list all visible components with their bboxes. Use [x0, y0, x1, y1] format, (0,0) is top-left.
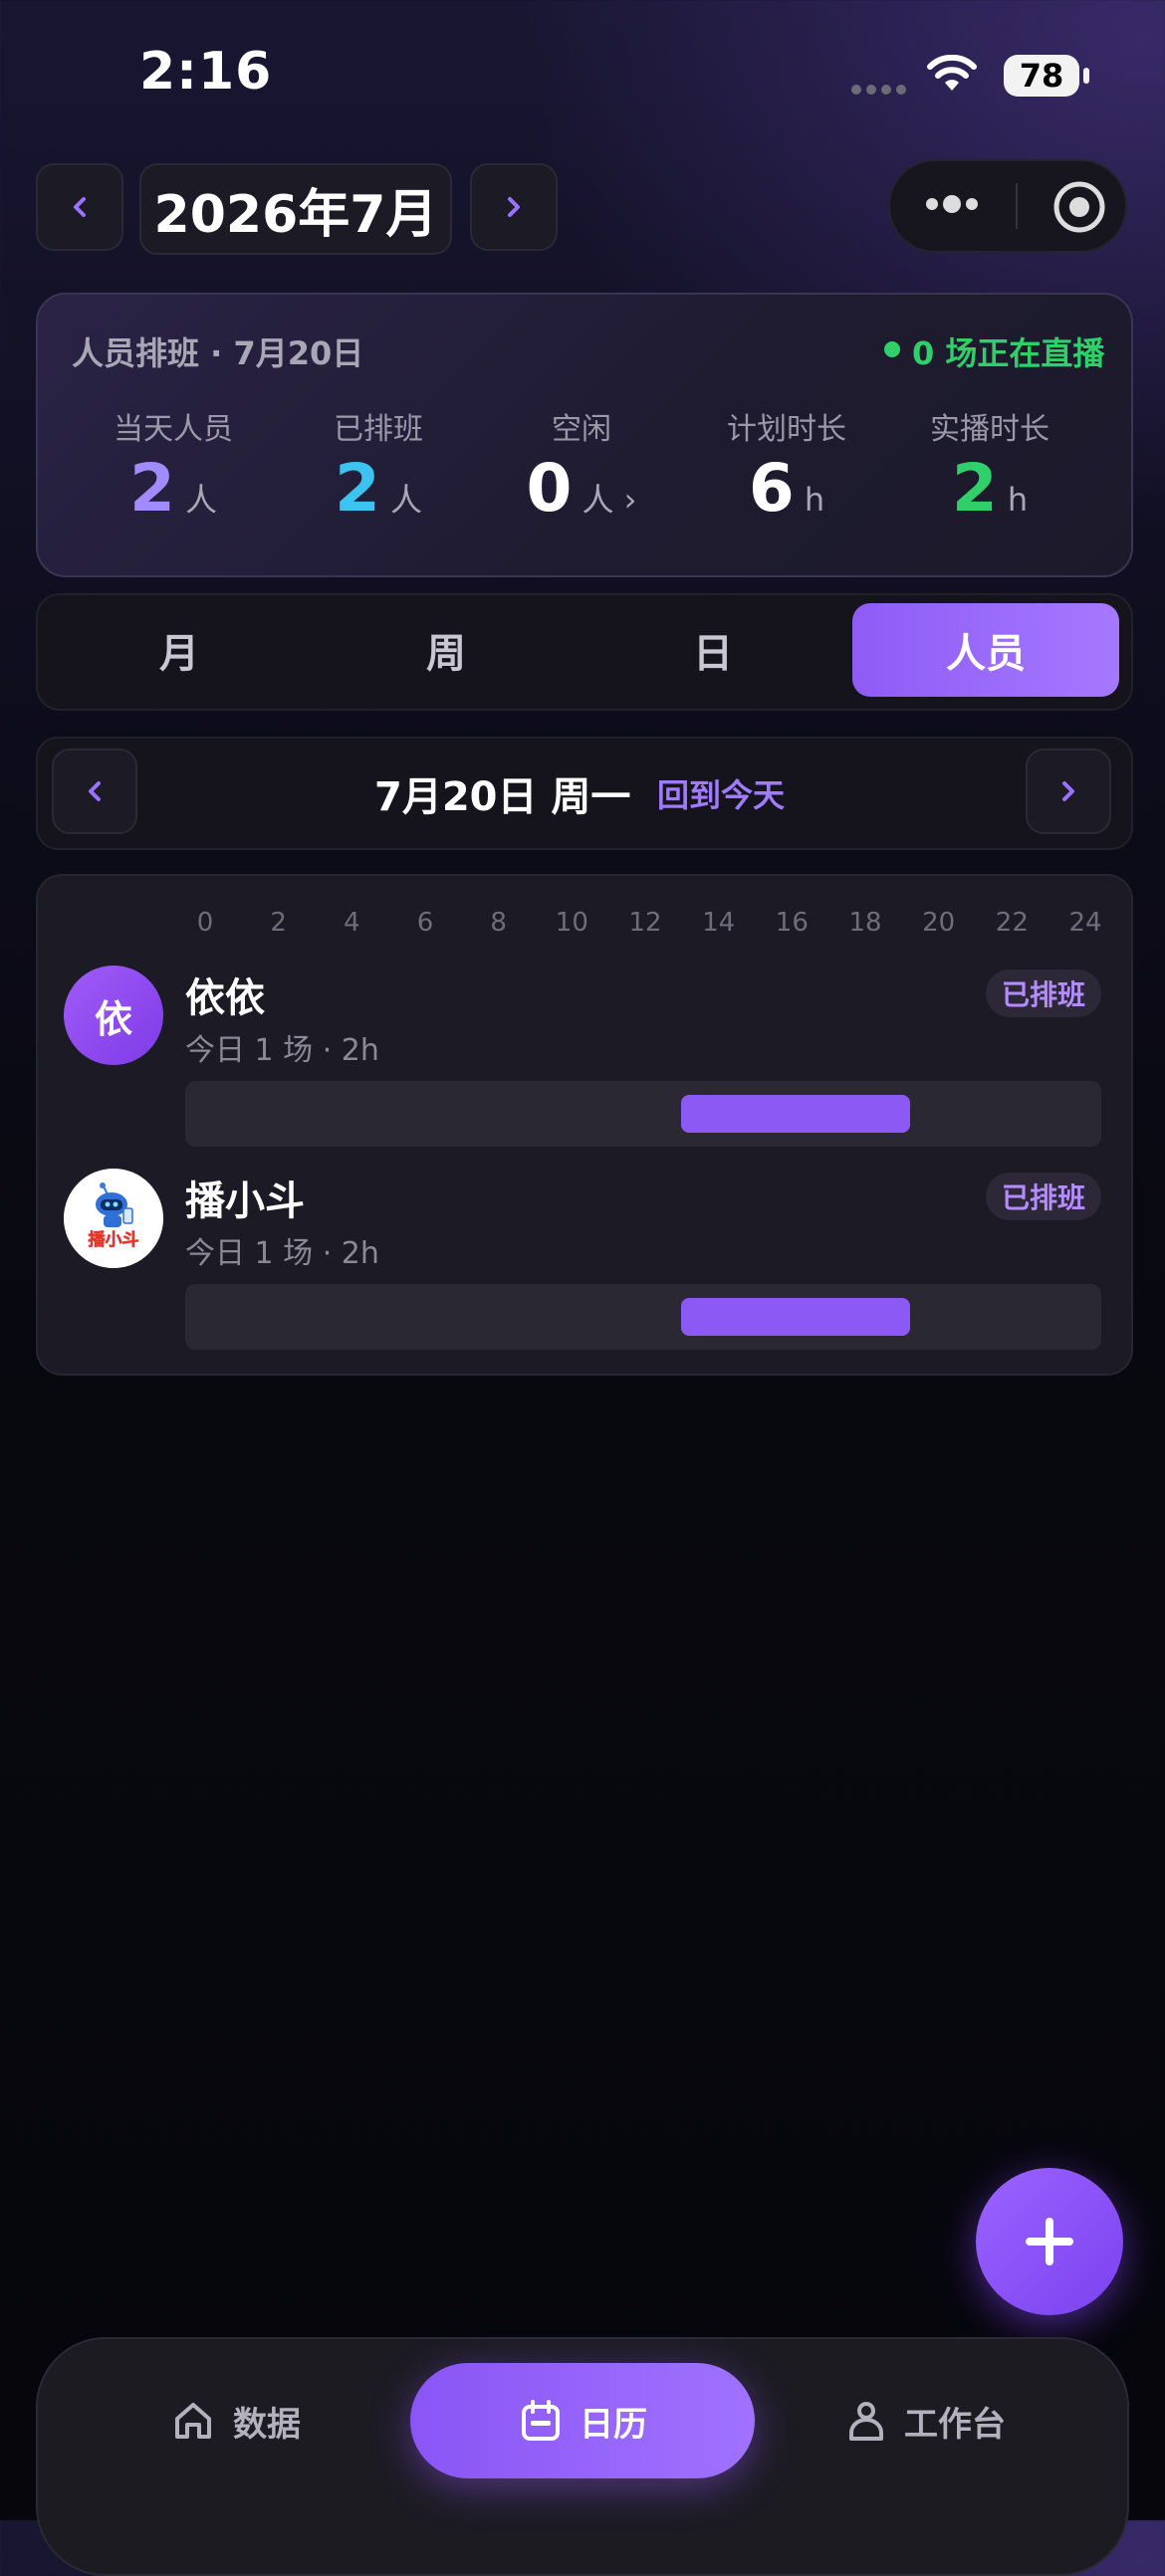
bot-logo-icon: 播小斗 — [64, 1169, 163, 1268]
hour-tick: 12 — [628, 908, 662, 938]
person-summary: 今日 1 场 · 2h — [185, 1033, 379, 1068]
home-icon — [175, 2403, 211, 2439]
calendar-icon — [522, 2400, 560, 2441]
prev-month-button[interactable] — [36, 163, 123, 251]
tab-label: 工作台 — [904, 2404, 1006, 2445]
stat-label-actual: 实播时长 — [930, 412, 1049, 447]
stat-value: 2 — [335, 450, 380, 527]
tab-label: 日历 — [580, 2404, 647, 2445]
hour-tick: 2 — [270, 908, 287, 938]
hour-tick: 18 — [848, 908, 882, 938]
tab-month[interactable]: 月 — [46, 603, 313, 697]
stat-unit: 人 › — [582, 481, 637, 519]
current-day-label: 7月20日 周一 — [374, 774, 631, 820]
more-icon[interactable] — [922, 189, 982, 223]
tab-staff[interactable]: 人员 — [852, 603, 1119, 697]
tab-workbench[interactable]: 工作台 — [846, 2389, 1006, 2453]
chevron-left-icon — [89, 781, 101, 801]
tab-calendar[interactable]: 日历 — [520, 2389, 647, 2453]
stat-people: 2人 — [74, 450, 273, 527]
schedule-track[interactable] — [185, 1284, 1101, 1350]
stat-planned: 6h — [687, 450, 886, 527]
stat-value: 2 — [951, 450, 998, 527]
chevron-left-icon — [74, 197, 86, 217]
stat-unit: 人 — [184, 481, 217, 519]
status-badge: 已排班 — [986, 1173, 1101, 1220]
schedule-slot[interactable] — [681, 1298, 911, 1336]
stat-value: 2 — [129, 450, 175, 527]
next-month-button[interactable] — [470, 163, 558, 251]
avatar[interactable]: 依 — [64, 966, 163, 1065]
avatar-logo-text: 播小斗 — [89, 1229, 139, 1250]
stat-label-people: 当天人员 — [114, 412, 233, 447]
avatar[interactable]: 播小斗 — [64, 1169, 163, 1268]
hour-tick: 8 — [490, 908, 507, 938]
hour-tick: 24 — [1068, 908, 1102, 938]
stat-value: 0 — [526, 450, 573, 527]
stat-unit: h — [804, 481, 825, 519]
hour-tick: 22 — [995, 908, 1029, 938]
chevron-right-icon — [1062, 781, 1074, 801]
hour-tick: 0 — [196, 908, 214, 938]
schedule-track[interactable] — [185, 1081, 1101, 1147]
capsule-divider — [1016, 183, 1018, 229]
wifi-icon — [926, 54, 978, 99]
stat-value: 6 — [748, 450, 795, 527]
hour-tick: 6 — [416, 908, 434, 938]
stat-actual: 2h — [890, 450, 1089, 527]
stat-label-scheduled: 已排班 — [334, 412, 423, 447]
signal-icon — [851, 80, 911, 99]
hour-tick: 4 — [344, 908, 360, 938]
summary-title: 人员排班 · 7月20日 — [72, 334, 364, 372]
user-icon — [849, 2402, 883, 2441]
chevron-right-icon — [508, 197, 520, 217]
add-schedule-button[interactable] — [976, 2168, 1123, 2315]
person-name: 依依 — [185, 975, 265, 1021]
tab-day[interactable]: 日 — [580, 603, 846, 697]
status-badge: 已排班 — [986, 969, 1101, 1017]
status-time: 2:16 — [139, 42, 273, 102]
person-summary: 今日 1 场 · 2h — [185, 1236, 379, 1271]
stat-unit: 人 — [389, 481, 422, 519]
next-day-button[interactable] — [1026, 749, 1111, 834]
stat-idle-link[interactable]: 0人 › — [482, 450, 681, 527]
tab-week[interactable]: 周 — [313, 603, 580, 697]
battery-icon: 78 — [1004, 55, 1079, 97]
hour-tick: 16 — [775, 908, 809, 938]
live-status-text: 0 场正在直播 — [912, 334, 1105, 372]
hour-tick: 10 — [555, 908, 588, 938]
schedule-slot[interactable] — [681, 1095, 911, 1133]
stat-label-idle: 空闲 — [552, 412, 611, 447]
live-status-dot — [884, 341, 900, 357]
plus-icon — [1026, 2218, 1073, 2265]
stat-label-planned: 计划时长 — [727, 412, 846, 447]
stat-unit: h — [1007, 481, 1029, 519]
hour-tick: 20 — [922, 908, 956, 938]
back-to-today-link[interactable]: 回到今天 — [657, 770, 785, 816]
stat-scheduled: 2人 — [279, 450, 478, 527]
month-title[interactable]: 2026年7月 — [139, 163, 452, 255]
tab-data[interactable]: 数据 — [171, 2389, 301, 2453]
battery-tip — [1083, 68, 1089, 84]
hour-tick: 14 — [702, 908, 736, 938]
prev-day-button[interactable] — [52, 749, 137, 834]
person-name: 播小斗 — [185, 1179, 305, 1224]
tab-label: 数据 — [233, 2404, 301, 2445]
close-miniprogram-icon[interactable] — [1051, 179, 1107, 239]
